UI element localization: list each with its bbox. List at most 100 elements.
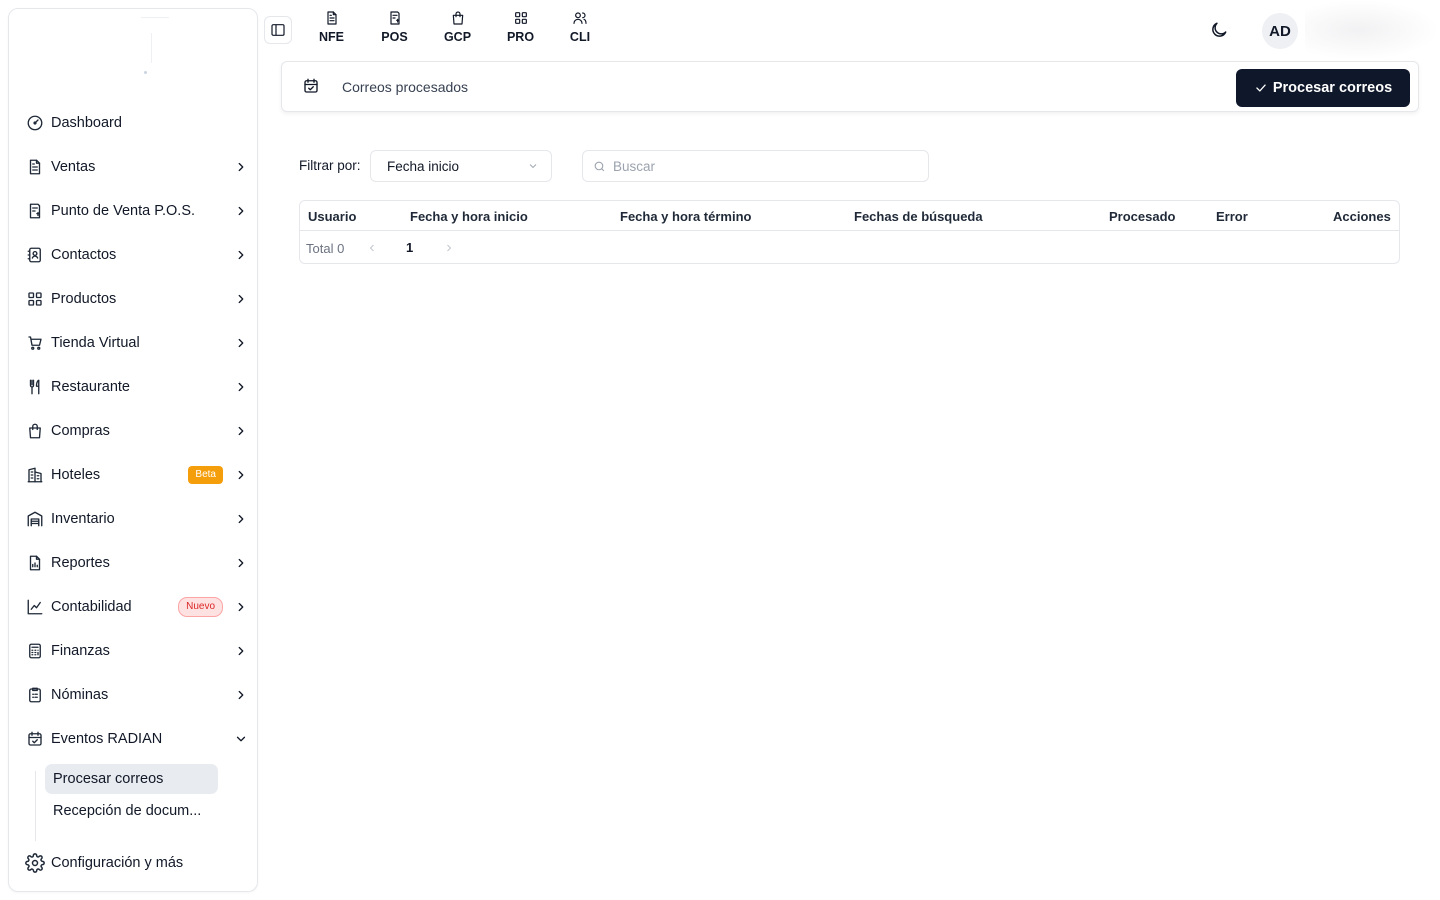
company-logo [69, 15, 199, 85]
sidebar-item-ventas[interactable]: Ventas [25, 151, 249, 183]
sidebar-item-label: Contactos [51, 247, 117, 263]
user-avatar[interactable]: AD [1262, 13, 1298, 49]
sidebar-item-hoteles[interactable]: Hoteles Beta [25, 459, 249, 491]
shopping-bag-icon [25, 421, 45, 441]
sidebar-item-label: Finanzas [51, 643, 110, 659]
column-header-fechas-busqueda[interactable]: Fechas de búsqueda [854, 209, 983, 224]
calendar-check-icon [302, 77, 322, 97]
sidebar-item-label: Ventas [51, 159, 96, 175]
chevron-right-icon [447, 244, 452, 252]
sidebar-item-contactos[interactable]: Contactos [25, 239, 249, 271]
prev-page-button[interactable] [366, 241, 378, 253]
module-cli[interactable]: CLI [552, 10, 608, 50]
column-header-error[interactable]: Error [1216, 209, 1248, 224]
sidebar-item-label: Compras [51, 423, 110, 439]
building-icon [25, 465, 45, 485]
module-label: CLI [569, 30, 591, 44]
sidebar-item-label: Dashboard [51, 115, 122, 131]
sidebar-item-configuracion[interactable]: Configuración y más [25, 851, 183, 875]
chevron-right-icon [233, 423, 249, 439]
sidebar-item-productos[interactable]: Productos [25, 283, 249, 315]
report-icon [25, 553, 45, 573]
submenu-item-recepcion-documentos[interactable]: Recepción de docum... [45, 796, 218, 826]
sidebar-item-dashboard[interactable]: Dashboard [25, 107, 249, 139]
filter-select[interactable]: Fecha inicio [370, 150, 552, 182]
module-label: POS [381, 30, 408, 44]
module-label: NFE [319, 30, 344, 44]
button-label: Procesar correos [1272, 80, 1393, 96]
column-header-acciones[interactable]: Acciones [1333, 209, 1391, 224]
moon-icon [1212, 22, 1227, 37]
chevron-right-icon [233, 467, 249, 483]
filter-label: Filtrar por: [299, 158, 361, 173]
page-header: Correos procesados Procesar correos [281, 61, 1419, 112]
utensils-icon [25, 377, 45, 397]
sidebar-item-label: Reportes [51, 555, 110, 571]
theme-toggle-button[interactable] [1206, 17, 1232, 43]
chevron-down-icon [527, 160, 539, 172]
users-icon [573, 12, 587, 24]
sidebar-item-label: Tienda Virtual [51, 335, 140, 351]
chevron-right-icon [233, 159, 249, 175]
sidebar: Dashboard Ventas Punto de Venta P.O.S. C… [8, 8, 258, 892]
search-input[interactable] [613, 158, 913, 174]
chevron-right-icon [233, 335, 249, 351]
chevron-down-icon [233, 731, 249, 747]
sidebar-item-contabilidad[interactable]: Contabilidad Nuevo [25, 591, 249, 623]
sidebar-item-inventario[interactable]: Inventario [25, 503, 249, 535]
module-pos[interactable]: POS [363, 10, 426, 50]
column-header-fecha-inicio[interactable]: Fecha y hora inicio [410, 209, 528, 224]
sidebar-item-compras[interactable]: Compras [25, 415, 249, 447]
chevron-right-icon [233, 599, 249, 615]
column-header-usuario[interactable]: Usuario [308, 209, 356, 224]
config-label: Configuración y más [51, 855, 184, 871]
grid-icon [25, 289, 45, 309]
total-count: Total 0 [306, 241, 345, 256]
module-pro[interactable]: PRO [489, 10, 552, 50]
chevron-right-icon [233, 203, 249, 219]
sidebar-item-tienda-virtual[interactable]: Tienda Virtual [25, 327, 249, 359]
search-icon [594, 161, 605, 171]
new-badge: Nuevo [178, 597, 223, 617]
sidebar-item-label: Eventos RADIAN [51, 731, 163, 747]
sidebar-item-nominas[interactable]: Nóminas [25, 679, 249, 711]
sidebar-item-label: Contabilidad [51, 599, 132, 615]
document-icon [25, 157, 45, 177]
next-page-button[interactable] [443, 241, 455, 253]
module-label: GCP [443, 30, 472, 44]
gear-icon [25, 852, 47, 874]
filter-select-value: Fecha inicio [387, 158, 460, 174]
warehouse-icon [25, 509, 45, 529]
sidebar-item-label: Nóminas [51, 687, 109, 703]
check-icon [1256, 84, 1266, 92]
sidebar-item-eventos-radian[interactable]: Eventos RADIAN [25, 723, 249, 755]
pagination: Total 0 1 [300, 232, 1399, 264]
page-number[interactable]: 1 [406, 240, 413, 255]
gauge-icon [25, 113, 45, 133]
sidebar-item-label: Hoteles [51, 467, 101, 483]
procesar-correos-button[interactable]: Procesar correos [1236, 69, 1410, 107]
cart-icon [25, 333, 45, 353]
file-text-icon [326, 11, 337, 25]
sidebar-toggle-button[interactable] [264, 16, 292, 44]
beta-badge: Beta [188, 466, 223, 484]
top-module-nav: NFE POS GCP PRO CLI [300, 10, 608, 50]
sidebar-item-label: Restaurante [51, 379, 130, 395]
grid-icon [514, 12, 527, 24]
sidebar-item-restaurante[interactable]: Restaurante [25, 371, 249, 403]
column-header-fecha-termino[interactable]: Fecha y hora término [620, 209, 751, 224]
sidebar-item-pos[interactable]: Punto de Venta P.O.S. [25, 195, 249, 227]
sidebar-item-label: Punto de Venta P.O.S. [51, 203, 196, 219]
module-nfe[interactable]: NFE [300, 10, 363, 50]
sidebar-item-reportes[interactable]: Reportes [25, 547, 249, 579]
search-box [582, 150, 929, 182]
eventos-radian-submenu: Procesar correos Recepción de docum... [35, 764, 235, 841]
chevron-right-icon [233, 247, 249, 263]
module-gcp[interactable]: GCP [426, 10, 489, 50]
contact-book-icon [25, 245, 45, 265]
page-title: Correos procesados [342, 79, 469, 95]
chevron-left-icon [369, 244, 374, 252]
sidebar-item-finanzas[interactable]: Finanzas [25, 635, 249, 667]
column-header-procesado[interactable]: Procesado [1109, 209, 1175, 224]
submenu-item-procesar-correos[interactable]: Procesar correos [45, 764, 218, 794]
